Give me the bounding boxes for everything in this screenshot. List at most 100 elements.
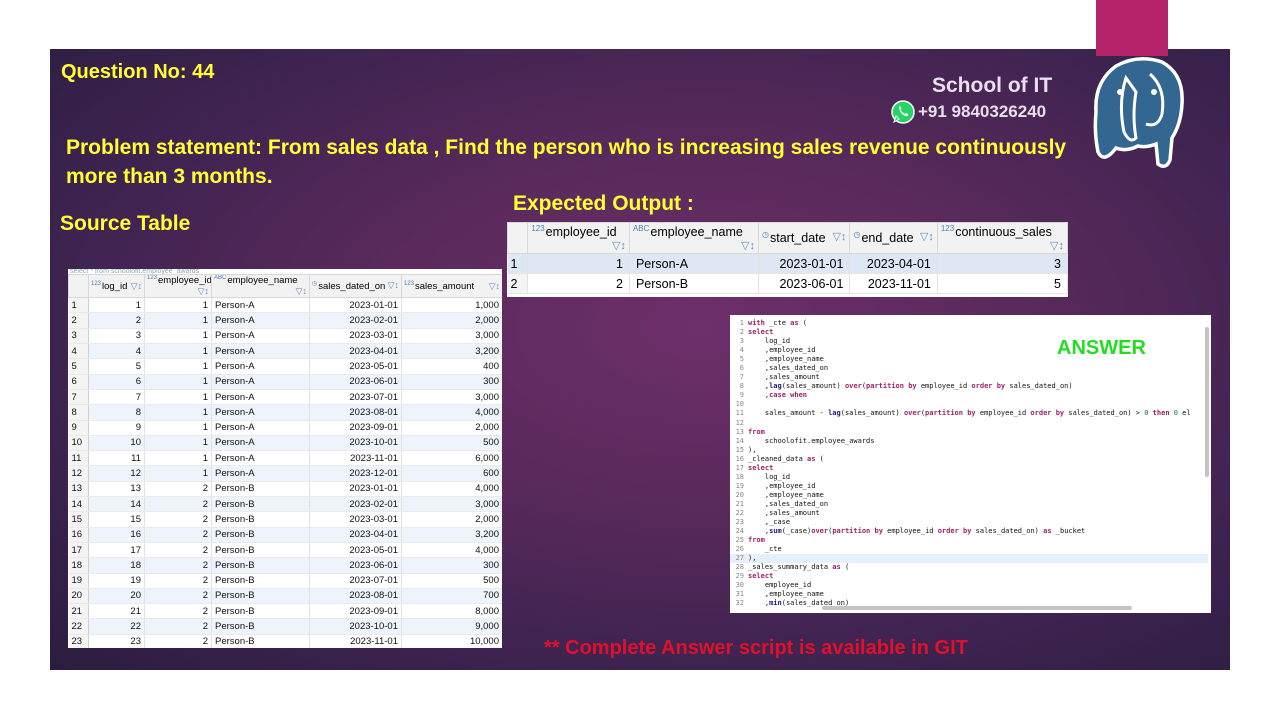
table-cell[interactable]: 2023-03-01 <box>309 511 402 528</box>
table-cell[interactable]: 3,000 <box>401 496 502 513</box>
table-cell[interactable]: Person-B <box>211 573 310 589</box>
horizontal-scrollbar[interactable] <box>822 606 1132 610</box>
table-cell[interactable]: 2023-06-01 <box>309 374 402 390</box>
table-cell[interactable]: Person-A <box>211 328 310 345</box>
table-cell[interactable]: 700 <box>401 588 502 605</box>
table-cell[interactable]: 2 <box>144 496 212 513</box>
row-number[interactable]: 6 <box>68 374 89 390</box>
table-cell[interactable]: 300 <box>401 374 502 390</box>
table-cell[interactable]: Person-A <box>211 297 310 314</box>
table-cell[interactable]: Person-B <box>211 542 310 559</box>
table-row[interactable]: 2 2 1 Person-A 2023-02-01 2,000 <box>68 312 502 329</box>
table-cell[interactable]: Person-B <box>211 496 310 513</box>
table-cell[interactable]: Person-A <box>211 312 310 329</box>
code-line[interactable]: 13 from <box>730 428 1208 437</box>
table-cell[interactable]: Person-A <box>211 450 310 467</box>
sort-filter-icon[interactable]: ▽↕ <box>920 230 934 243</box>
table-cell[interactable]: 2023-08-01 <box>309 404 402 421</box>
table-row[interactable]: 10 10 1 Person-A 2023-10-01 500 <box>68 435 502 452</box>
row-number[interactable]: 12 <box>68 465 89 482</box>
table-cell[interactable]: Person-A <box>629 253 760 274</box>
table-cell[interactable]: Person-B <box>211 588 310 605</box>
table-cell[interactable]: 23 <box>88 634 145 648</box>
table-cell[interactable]: 7 <box>88 389 145 406</box>
code-line[interactable]: 9 ,case when <box>730 391 1208 400</box>
sort-filter-icon[interactable]: ▽↕ <box>296 286 307 296</box>
table-cell[interactable]: 4,000 <box>401 542 502 559</box>
table-cell[interactable]: 2,000 <box>401 420 502 436</box>
table-cell[interactable]: Person-B <box>211 527 310 543</box>
table-cell[interactable]: 5 <box>88 358 145 375</box>
table-cell[interactable]: 2023-05-01 <box>309 542 402 559</box>
table-cell[interactable]: 2023-09-01 <box>309 420 402 436</box>
table-cell[interactable]: Person-B <box>211 481 310 498</box>
column-header-sales-dated-on[interactable]: ◷sales_dated_on ▽↕ <box>309 273 402 299</box>
table-cell[interactable]: 2023-10-01 <box>309 435 402 452</box>
code-line[interactable]: 12 <box>730 419 1208 428</box>
row-number[interactable]: 22 <box>68 618 89 635</box>
row-number[interactable]: 23 <box>68 634 89 648</box>
table-cell[interactable]: 2 <box>144 618 212 635</box>
table-cell[interactable]: Person-B <box>211 634 310 648</box>
table-cell[interactable]: 1,000 <box>401 297 502 314</box>
table-cell[interactable]: Person-B <box>211 557 310 574</box>
code-line[interactable]: 1 with _cte as ( <box>730 319 1208 328</box>
table-row[interactable]: 11 11 1 Person-A 2023-11-01 6,000 <box>68 450 502 467</box>
row-number[interactable]: 11 <box>68 450 89 467</box>
table-cell[interactable]: 2023-07-01 <box>309 573 402 589</box>
table-row[interactable]: 4 4 1 Person-A 2023-04-01 3,200 <box>68 343 502 360</box>
column-header-employee-name[interactable]: ABCemployee_name ▽↕ <box>628 222 760 254</box>
table-cell[interactable]: Person-A <box>211 389 310 406</box>
row-number[interactable]: 20 <box>68 588 89 605</box>
table-cell[interactable]: 1 <box>144 389 212 406</box>
table-cell[interactable]: 2023-10-01 <box>309 618 402 635</box>
table-cell[interactable]: 2 <box>144 481 212 498</box>
column-header-employee-id[interactable]: 123employee_id ▽↕ <box>144 273 212 299</box>
table-cell[interactable]: 1 <box>88 297 145 314</box>
code-line[interactable]: 2 select <box>730 328 1208 337</box>
table-cell[interactable]: 18 <box>88 557 145 574</box>
table-cell[interactable]: Person-B <box>211 511 310 528</box>
code-line[interactable]: 25 from <box>730 536 1208 545</box>
row-number[interactable]: 16 <box>68 527 89 543</box>
table-cell[interactable]: 1 <box>144 465 212 482</box>
sort-filter-icon[interactable]: ▽↕ <box>131 281 142 292</box>
table-cell[interactable]: 3,000 <box>401 389 502 406</box>
table-cell[interactable]: 2023-09-01 <box>309 603 402 620</box>
row-number[interactable]: 13 <box>68 481 89 498</box>
sort-filter-icon[interactable]: ▽↕ <box>741 239 755 252</box>
table-cell[interactable]: 1 <box>144 374 212 390</box>
table-row[interactable]: 9 9 1 Person-A 2023-09-01 2,000 <box>68 420 502 436</box>
code-line[interactable]: 6 ,sales_dated_on <box>730 364 1208 373</box>
row-number[interactable]: 5 <box>68 358 89 375</box>
table-cell[interactable]: 2023-01-01 <box>758 253 851 274</box>
table-cell[interactable]: 1 <box>527 253 630 274</box>
row-number[interactable]: 1 <box>68 297 89 314</box>
table-cell[interactable]: 2023-11-01 <box>309 634 402 648</box>
table-cell[interactable]: Person-B <box>211 618 310 635</box>
table-cell[interactable]: 4,000 <box>401 404 502 421</box>
table-cell[interactable]: 10 <box>88 435 145 452</box>
table-cell[interactable]: 2023-04-01 <box>309 343 402 360</box>
code-line[interactable]: 23 ,_case <box>730 518 1208 527</box>
table-cell[interactable]: Person-A <box>211 374 310 390</box>
table-row[interactable]: 14 14 2 Person-B 2023-02-01 3,000 <box>68 496 502 513</box>
code-line[interactable]: 16 _cleaned_data as ( <box>730 455 1208 464</box>
table-cell[interactable]: 8,000 <box>401 603 502 620</box>
table-cell[interactable]: 2023-02-01 <box>309 496 402 513</box>
column-header-start-date[interactable]: ◷start_date ▽↕ <box>757 222 851 254</box>
table-cell[interactable]: 500 <box>401 573 502 589</box>
table-row[interactable]: 5 5 1 Person-A 2023-05-01 400 <box>68 358 502 375</box>
table-cell[interactable]: 2 <box>527 273 630 294</box>
table-cell[interactable]: 21 <box>88 603 145 620</box>
table-cell[interactable]: 2 <box>144 588 212 605</box>
code-line[interactable]: 15), <box>730 446 1208 455</box>
table-cell[interactable]: 3,000 <box>401 328 502 345</box>
table-cell[interactable]: 3 <box>88 328 145 345</box>
sort-filter-icon[interactable]: ▽↕ <box>1050 239 1064 252</box>
column-header-sales-amount[interactable]: 123sales_amount ▽↕ <box>401 273 502 299</box>
code-line[interactable]: 19 ,employee_id <box>730 482 1208 491</box>
table-cell[interactable]: 1 <box>144 343 212 360</box>
table-cell[interactable]: Person-A <box>211 435 310 452</box>
table-cell[interactable]: 2 <box>144 511 212 528</box>
